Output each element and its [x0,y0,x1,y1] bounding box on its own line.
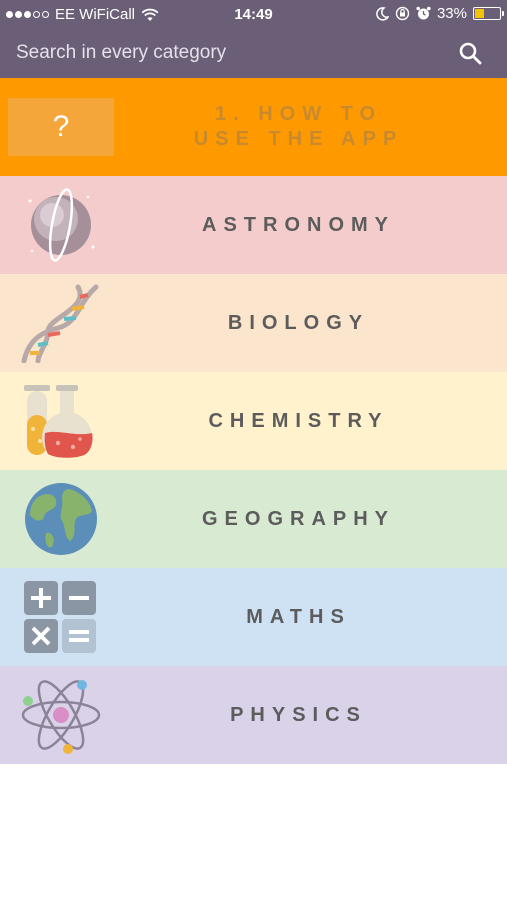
globe-icon [25,483,97,555]
category-row-maths[interactable]: MATHS [0,568,507,666]
battery-icon [473,7,504,20]
category-row-astronomy[interactable]: ASTRONOMY [0,176,507,274]
category-label: CHEMISTRY [208,409,389,432]
rotation-lock-icon [395,6,410,21]
battery-percent: 33% [436,5,467,22]
howto-label-line1: 1. HOW TO [214,103,383,125]
battery-level [475,9,484,18]
category-label: GEOGRAPHY [201,507,396,530]
alarm-icon [416,6,431,20]
question-mark-icon: ? [8,98,114,156]
dna-icon [21,284,99,363]
category-label: MATHS [246,605,351,628]
category-row-howto[interactable]: ? 1. HOW TO USE THE APP [0,78,507,176]
search-bar[interactable]: Search in every category [0,30,507,78]
top-bar: EE WiFiCall 14:49 33% Search in every ca… [0,0,507,78]
category-label: BIOLOGY [227,311,370,334]
category-label: 1. HOW TO USE THE APP [120,78,477,176]
category-row-chemistry[interactable]: CHEMISTRY [0,372,507,470]
calculator-icon [24,581,96,653]
category-label: ASTRONOMY [202,213,395,236]
category-list: ? 1. HOW TO USE THE APP ASTRONOMY BIOLOG… [0,78,507,764]
search-input[interactable]: Search in every category [16,42,226,64]
flask-icon [24,385,93,458]
status-bar: EE WiFiCall 14:49 33% [0,0,507,30]
planet-icon [28,188,95,262]
search-icon[interactable] [457,40,485,68]
category-row-geography[interactable]: GEOGRAPHY [0,470,507,568]
howto-label-line2: USE THE APP [193,128,404,150]
moon-icon [376,6,389,21]
category-label: PHYSICS [230,703,367,726]
status-right: 33% [376,5,504,22]
atom-icon [21,680,101,754]
category-row-biology[interactable]: BIOLOGY [0,274,507,372]
category-row-physics[interactable]: PHYSICS [0,666,507,764]
